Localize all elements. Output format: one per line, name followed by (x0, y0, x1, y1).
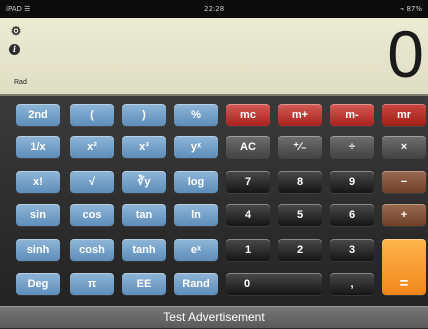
digit-5-key[interactable]: 5 (278, 204, 322, 226)
digit-8-key[interactable]: 8 (278, 171, 322, 193)
ln-key[interactable]: ln (174, 204, 218, 226)
percent-key[interactable]: % (174, 104, 218, 126)
info-icon[interactable]: i (9, 44, 20, 55)
digit-3-key[interactable]: 3 (330, 239, 374, 261)
all-clear-key[interactable]: AC (226, 136, 270, 158)
digit-9-key[interactable]: 9 (330, 171, 374, 193)
angle-mode-label: Rad (14, 79, 27, 86)
factorial-key[interactable]: x! (16, 171, 60, 193)
status-bar: iPAD ☰ 22:28 ⌁ 87% (0, 0, 428, 18)
gear-icon[interactable]: ⚙ (9, 24, 23, 38)
cos-key[interactable]: cos (70, 204, 114, 226)
tan-key[interactable]: tan (122, 204, 166, 226)
exponent-entry-key[interactable]: EE (122, 273, 166, 295)
multiply-key[interactable]: × (382, 136, 426, 158)
cube-root-key[interactable]: ∛y (122, 171, 166, 193)
open-paren-key[interactable]: ( (70, 104, 114, 126)
sign-toggle-key[interactable]: ⁺∕₋ (278, 136, 322, 158)
subtract-key[interactable]: − (382, 171, 426, 193)
tanh-key[interactable]: tanh (122, 239, 166, 261)
calculator-display: ⚙ i Rad 0 (0, 17, 428, 96)
square-key[interactable]: x² (70, 136, 114, 158)
sin-key[interactable]: sin (16, 204, 60, 226)
divide-key[interactable]: ÷ (330, 136, 374, 158)
digit-2-key[interactable]: 2 (278, 239, 322, 261)
digit-7-key[interactable]: 7 (226, 171, 270, 193)
advertisement-banner[interactable]: Test Advertisement (0, 306, 428, 328)
second-function-key[interactable]: 2nd (16, 104, 60, 126)
log-key[interactable]: log (174, 171, 218, 193)
digit-6-key[interactable]: 6 (330, 204, 374, 226)
add-key[interactable]: + (382, 204, 426, 226)
digit-4-key[interactable]: 4 (226, 204, 270, 226)
square-root-key[interactable]: √ (70, 171, 114, 193)
clock: 22:28 (204, 5, 225, 13)
decimal-key[interactable]: , (330, 273, 374, 295)
digit-1-key[interactable]: 1 (226, 239, 270, 261)
display-value: 0 (387, 17, 424, 91)
memory-add-key[interactable]: m+ (278, 104, 322, 126)
cube-key[interactable]: x³ (122, 136, 166, 158)
memory-subtract-key[interactable]: m- (330, 104, 374, 126)
reciprocal-key[interactable]: 1/x (16, 136, 60, 158)
memory-clear-key[interactable]: mc (226, 104, 270, 126)
exp-key[interactable]: eˣ (174, 239, 218, 261)
digit-0-key[interactable]: 0 (226, 273, 322, 295)
power-key[interactable]: yˣ (174, 136, 218, 158)
equals-key[interactable]: = (382, 239, 426, 295)
close-paren-key[interactable]: ) (122, 104, 166, 126)
sinh-key[interactable]: sinh (16, 239, 60, 261)
carrier-label: iPAD ☰ (6, 5, 31, 13)
random-key[interactable]: Rand (174, 273, 218, 295)
memory-recall-key[interactable]: mr (382, 104, 426, 126)
cosh-key[interactable]: cosh (70, 239, 114, 261)
keypad: 2nd ( ) % mc m+ m- mr 1/x x² x³ yˣ AC ⁺∕… (0, 96, 428, 306)
degree-mode-key[interactable]: Deg (16, 273, 60, 295)
pi-key[interactable]: π (70, 273, 114, 295)
